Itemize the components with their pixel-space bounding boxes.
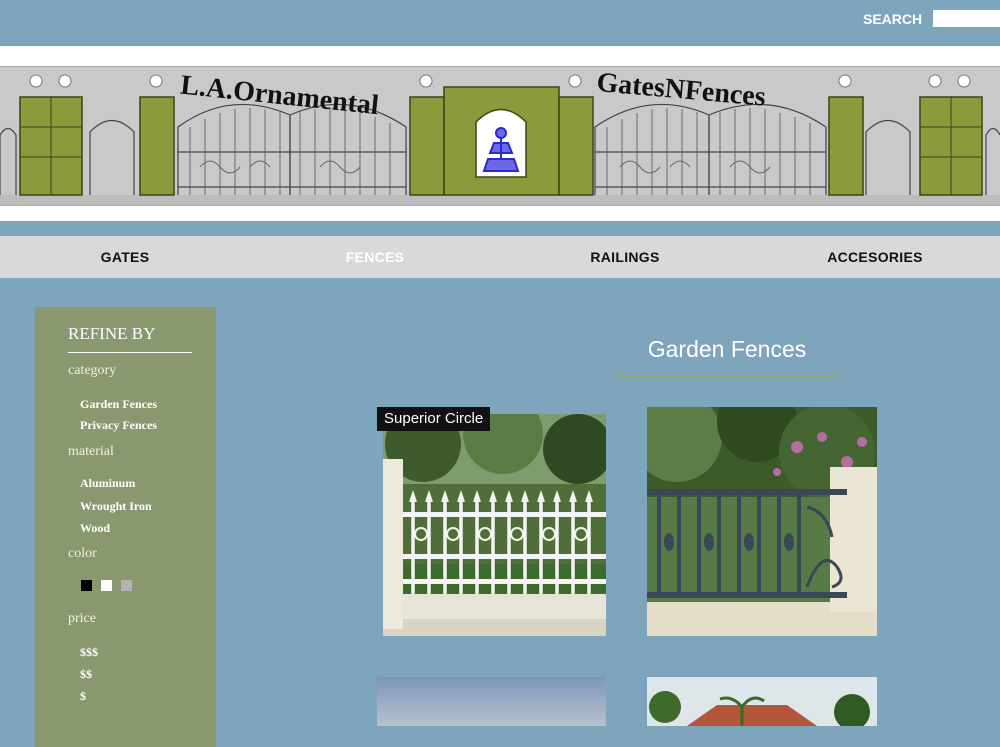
product-image xyxy=(383,414,606,636)
nav-gates[interactable]: GATES xyxy=(25,236,225,278)
product-card-4[interactable] xyxy=(647,677,877,726)
filter-price-low[interactable]: $ xyxy=(80,689,86,704)
filter-wrought-iron[interactable]: Wrought Iron xyxy=(80,499,152,514)
nav-fences[interactable]: FENCES xyxy=(275,236,475,278)
product-label[interactable]: Superior Circle xyxy=(377,407,491,431)
search-input[interactable] xyxy=(933,10,1000,27)
product-card-3[interactable] xyxy=(377,677,606,726)
top-bar: SEARCH xyxy=(0,0,1000,46)
banner: L.A.Ornamental GatesNFences xyxy=(0,46,1000,221)
title-underline xyxy=(615,376,839,378)
nav-railings[interactable]: RAILINGS xyxy=(525,236,725,278)
divider xyxy=(68,352,192,353)
product-card-superior-circle[interactable] xyxy=(383,414,606,636)
search-label: SEARCH xyxy=(863,11,923,27)
product-card-wrought-iron[interactable] xyxy=(647,407,877,636)
product-image xyxy=(647,677,877,726)
main-nav: GATES FENCES RAILINGS ACCESORIES xyxy=(0,236,1000,278)
filter-privacy-fences[interactable]: Privacy Fences xyxy=(80,418,157,433)
color-swatch-gray[interactable] xyxy=(121,580,132,591)
refine-sidebar: REFINE BY category Garden Fences Privacy… xyxy=(35,307,216,747)
filter-price-high[interactable]: $$$ xyxy=(80,645,98,660)
filter-wood[interactable]: Wood xyxy=(80,521,110,536)
color-swatch-black[interactable] xyxy=(81,580,92,591)
filter-price-mid[interactable]: $$ xyxy=(80,667,92,682)
page-title: Garden Fences xyxy=(647,336,807,362)
color-label: color xyxy=(68,546,97,561)
nav-accesories[interactable]: ACCESORIES xyxy=(775,236,975,278)
color-swatch-white[interactable] xyxy=(101,580,112,591)
filter-garden-fences[interactable]: Garden Fences xyxy=(80,397,157,412)
banner-image[interactable]: L.A.Ornamental GatesNFences xyxy=(0,66,1000,206)
product-image xyxy=(647,407,877,636)
filter-aluminum[interactable]: Aluminum xyxy=(80,476,135,491)
material-label: material xyxy=(68,444,114,459)
price-label: price xyxy=(68,611,96,626)
category-label: category xyxy=(68,363,117,378)
product-image xyxy=(377,677,606,726)
refine-title: REFINE BY xyxy=(68,324,156,343)
